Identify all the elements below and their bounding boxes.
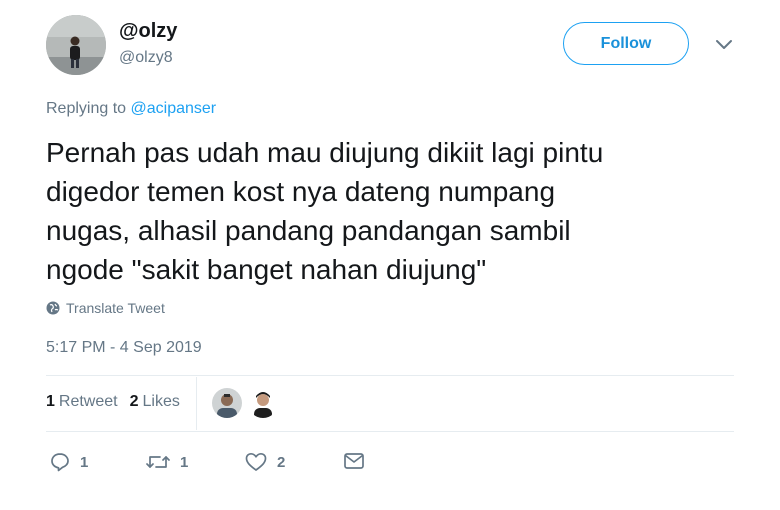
retweets-count: 1 bbox=[46, 393, 55, 410]
likes-count: 2 bbox=[129, 393, 139, 410]
direct-message-button[interactable] bbox=[343, 452, 375, 470]
author-handle[interactable]: @olzy8 bbox=[119, 49, 173, 67]
reply-button[interactable]: 1 bbox=[50, 452, 88, 472]
liker-avatar[interactable] bbox=[212, 388, 242, 418]
translate-label: Translate Tweet bbox=[66, 300, 165, 316]
divider bbox=[46, 375, 734, 376]
likes-stat[interactable]: 2 Likes bbox=[130, 393, 180, 411]
like-button[interactable]: 2 bbox=[245, 452, 285, 472]
like-count: 2 bbox=[277, 453, 286, 471]
tweet-timestamp[interactable]: 5:17 PM - 4 Sep 2019 bbox=[46, 339, 202, 357]
likes-label: Likes bbox=[142, 393, 180, 410]
replying-to: Replying to @acipanser bbox=[46, 100, 216, 118]
chevron-down-icon[interactable] bbox=[713, 36, 735, 54]
divider bbox=[46, 431, 734, 432]
tweet-text-line: digedor temen kost nya dateng numpang bbox=[46, 176, 556, 207]
stats-separator bbox=[196, 377, 197, 430]
tweet-text-line: Pernah pas udah mau diujung dikiit lagi … bbox=[46, 137, 604, 168]
liker-avatar[interactable] bbox=[248, 388, 278, 418]
tweet-stats: 1 Retweet 2 Likes bbox=[46, 393, 192, 411]
retweet-button[interactable]: 1 bbox=[146, 452, 188, 472]
reply-count: 1 bbox=[80, 453, 89, 471]
retweet-icon bbox=[146, 456, 170, 468]
mail-icon bbox=[344, 453, 364, 469]
author-avatar[interactable] bbox=[46, 15, 106, 75]
follow-button[interactable]: Follow bbox=[563, 22, 689, 65]
translate-tweet-button[interactable]: Translate Tweet bbox=[46, 300, 165, 316]
tweet-text-line: ngode "sakit banget nahan diujung" bbox=[46, 254, 487, 285]
tweet-text-line: nugas, alhasil pandang pandangan sambil bbox=[46, 215, 571, 246]
author-display-name[interactable]: @olzy bbox=[119, 20, 177, 43]
retweets-stat[interactable]: 1 Retweet bbox=[46, 393, 118, 411]
tweet-text: Pernah pas udah mau diujung dikiit lagi … bbox=[46, 133, 746, 289]
reply-mention-link[interactable]: @acipanser bbox=[131, 100, 217, 117]
retweets-label: Retweet bbox=[58, 393, 118, 410]
globe-icon bbox=[46, 301, 60, 315]
retweet-count: 1 bbox=[180, 453, 189, 471]
heart-icon bbox=[245, 452, 267, 471]
replying-to-label: Replying to bbox=[46, 100, 127, 117]
reply-icon bbox=[51, 453, 69, 472]
